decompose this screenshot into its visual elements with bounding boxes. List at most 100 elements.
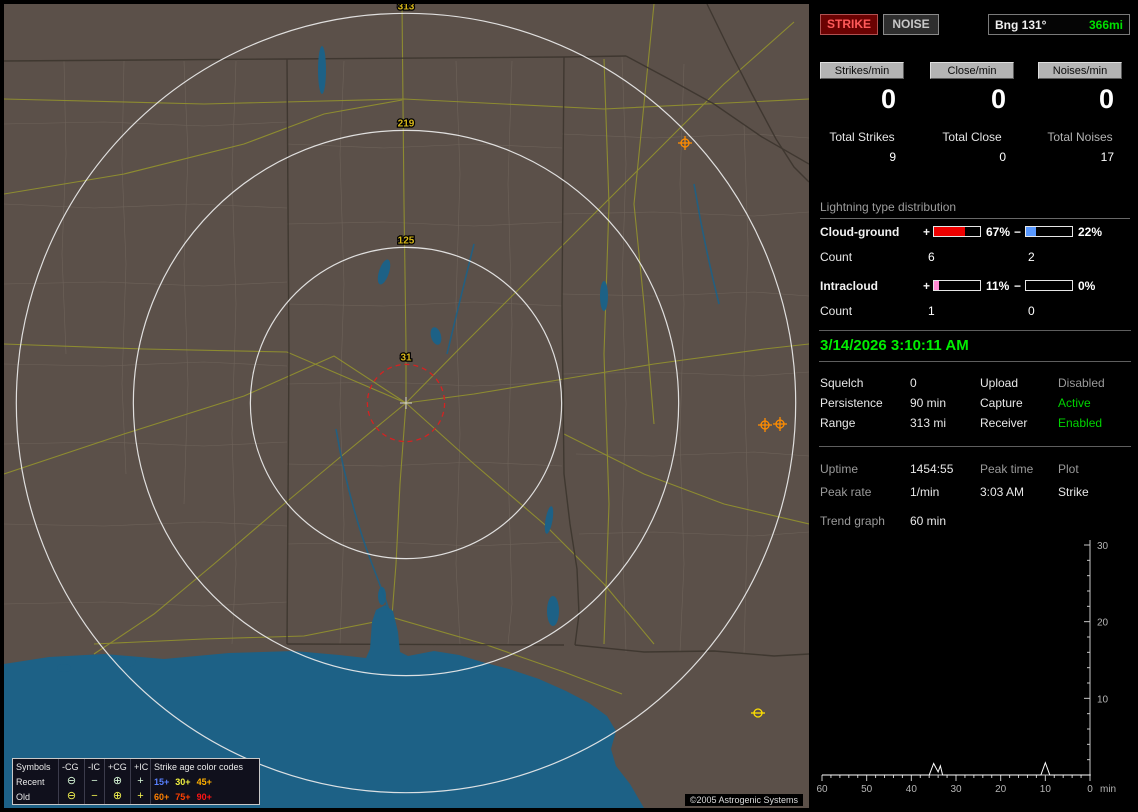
pos-cg-recent-icon: ⊕ bbox=[105, 774, 131, 789]
pos-ic-old-icon: + bbox=[131, 789, 151, 804]
ic-negative-pct: 0% bbox=[1078, 279, 1096, 293]
neg-ic-old-icon: − bbox=[85, 789, 105, 804]
uptime-value: 1454:55 bbox=[910, 462, 954, 476]
strike-indicator-button[interactable]: STRIKE bbox=[820, 14, 878, 35]
legend-row-old-label: Old bbox=[13, 789, 59, 804]
close-per-min-button[interactable]: Close/min bbox=[930, 62, 1014, 79]
divider bbox=[819, 446, 1131, 447]
svg-text:60: 60 bbox=[816, 784, 828, 795]
ic-negative-count: 0 bbox=[1028, 304, 1035, 318]
svg-text:40: 40 bbox=[906, 784, 918, 795]
svg-text:31: 31 bbox=[400, 352, 412, 363]
svg-text:30: 30 bbox=[1097, 541, 1109, 552]
strikes-per-min-value: 0 bbox=[880, 84, 896, 114]
total-close-label: Total Close bbox=[942, 130, 1002, 144]
svg-text:0: 0 bbox=[1087, 784, 1093, 795]
upload-label: Upload bbox=[980, 376, 1019, 390]
total-strikes: Total Strikes 9 bbox=[820, 130, 904, 164]
status-panel: STRIKE NOISE Bng 131° 366mi Strikes/min … bbox=[815, 0, 1138, 812]
bearing-range-value: 366mi bbox=[1088, 17, 1123, 32]
close-per-min-value: 0 bbox=[990, 84, 1006, 114]
minus-sign: − bbox=[1014, 279, 1022, 293]
age-code: 60+ bbox=[154, 791, 170, 802]
trend-graph-label: Trend graph bbox=[820, 514, 885, 528]
noise-indicator-button[interactable]: NOISE bbox=[883, 14, 939, 35]
total-noises: Total Noises 17 bbox=[1038, 130, 1122, 164]
ic-positive-count: 1 bbox=[928, 304, 935, 318]
svg-text:20: 20 bbox=[995, 784, 1007, 795]
distribution-title: Lightning type distribution bbox=[820, 200, 1130, 219]
trend-graph: 60 50 40 30 20 10 0 min 10 20 30 bbox=[816, 540, 1116, 795]
legend-header-symbols: Symbols bbox=[13, 759, 59, 774]
peak-time-label: Peak time bbox=[980, 462, 1034, 476]
cg-positive-bar bbox=[933, 226, 981, 237]
age-code: 30+ bbox=[175, 776, 191, 787]
noises-per-min-value: 0 bbox=[1098, 84, 1114, 114]
cg-positive-pct: 67% bbox=[986, 225, 1011, 239]
svg-text:313: 313 bbox=[398, 4, 415, 12]
persistence-value: 90 min bbox=[910, 396, 947, 410]
neg-cg-recent-icon: ⊖ bbox=[59, 774, 85, 789]
pos-cg-old-icon: ⊕ bbox=[105, 789, 131, 804]
upload-status: Disabled bbox=[1058, 376, 1105, 390]
ic-positive-bar bbox=[933, 280, 981, 291]
cg-negative-bar-fill bbox=[1026, 227, 1037, 236]
map-legend: Symbols -CG -IC +CG +IC Strike age color… bbox=[12, 758, 260, 805]
capture-status: Active bbox=[1058, 396, 1091, 410]
cg-positive-bar-fill bbox=[934, 227, 965, 236]
legend-header-pos-ic: +IC bbox=[131, 759, 151, 774]
svg-text:20: 20 bbox=[1097, 618, 1109, 629]
total-noises-value: 17 bbox=[1100, 150, 1114, 164]
age-code: 15+ bbox=[154, 776, 170, 787]
persistence-label: Persistence bbox=[820, 396, 883, 410]
copyright-notice: ©2005 Astrogenic Systems bbox=[684, 794, 803, 806]
svg-text:10: 10 bbox=[1040, 784, 1052, 795]
minus-sign: − bbox=[1014, 225, 1022, 239]
legend-header-pos-cg: +CG bbox=[105, 759, 131, 774]
cg-negative-bar bbox=[1025, 226, 1073, 237]
trend-window-value: 60 min bbox=[910, 514, 947, 528]
age-code: 75+ bbox=[175, 791, 191, 802]
bearing-value: Bng 131° bbox=[995, 17, 1047, 32]
lightning-map[interactable]: 31 125 219 313 Symbols -CG -IC +CG +IC Stri… bbox=[4, 4, 809, 808]
cg-negative-pct: 22% bbox=[1078, 225, 1103, 239]
uptime-label: Uptime bbox=[820, 462, 859, 476]
svg-text:50: 50 bbox=[861, 784, 873, 795]
noises-per-min-button[interactable]: Noises/min bbox=[1038, 62, 1122, 79]
peak-rate-label: Peak rate bbox=[820, 485, 872, 499]
range-label: Range bbox=[820, 416, 856, 430]
legend-ages-old: 60+ 75+ 90+ bbox=[151, 789, 259, 804]
range-value: 313 mi bbox=[910, 416, 947, 430]
cg-positive-count: 6 bbox=[928, 250, 935, 264]
svg-text:219: 219 bbox=[398, 118, 415, 129]
legend-header-neg-ic: -IC bbox=[85, 759, 105, 774]
intracloud-label: Intracloud bbox=[820, 279, 879, 293]
total-strikes-label: Total Strikes bbox=[829, 130, 895, 144]
total-close-value: 0 bbox=[999, 150, 1006, 164]
total-noises-label: Total Noises bbox=[1047, 130, 1113, 144]
strikes-per-min-button[interactable]: Strikes/min bbox=[820, 62, 904, 79]
divider bbox=[819, 330, 1131, 331]
legend-row-recent-label: Recent bbox=[13, 774, 59, 789]
receiver-label: Receiver bbox=[980, 416, 1028, 430]
cg-negative-count: 2 bbox=[1028, 250, 1035, 264]
peak-rate-value: 1/min bbox=[910, 485, 940, 499]
receiver-status: Enabled bbox=[1058, 416, 1103, 430]
age-code: 90+ bbox=[196, 791, 212, 802]
plus-sign: + bbox=[923, 279, 931, 293]
bearing-readout: Bng 131° 366mi bbox=[988, 14, 1130, 35]
legend-ages-recent: 15+ 30+ 45+ bbox=[151, 774, 259, 789]
plot-value: Strike bbox=[1058, 485, 1089, 499]
total-close: Total Close 0 bbox=[930, 130, 1014, 164]
stormvue-window: 31 125 219 313 Symbols -CG -IC +CG +IC Stri… bbox=[0, 0, 1138, 812]
svg-text:10: 10 bbox=[1097, 694, 1109, 705]
ic-count-label: Count bbox=[820, 304, 853, 318]
ic-negative-bar bbox=[1025, 280, 1073, 291]
divider bbox=[819, 361, 1131, 362]
neg-ic-recent-icon: − bbox=[85, 774, 105, 789]
ic-positive-bar-fill bbox=[934, 281, 940, 290]
svg-text:30: 30 bbox=[950, 784, 962, 795]
svg-text:125: 125 bbox=[398, 235, 415, 246]
cloud-ground-label: Cloud-ground bbox=[820, 225, 900, 239]
pos-ic-recent-icon: + bbox=[131, 774, 151, 789]
